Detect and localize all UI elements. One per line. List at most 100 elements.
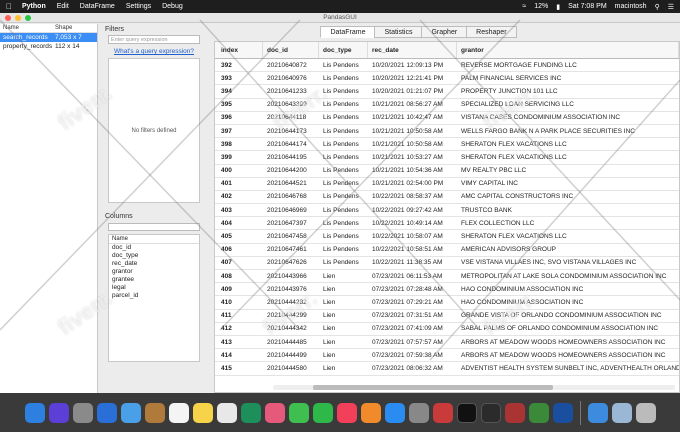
siri-icon[interactable] — [48, 402, 69, 423]
cell-doc-id[interactable]: 20210644200 — [263, 167, 319, 174]
menu-dataframe[interactable]: DataFrame — [80, 3, 115, 10]
battery-icon[interactable]: ▮ — [556, 3, 560, 11]
col-header-rec-date[interactable]: rec_date — [368, 42, 457, 58]
table-row[interactable]: 397 20210644173 Lis Pendens 10/21/2021 10:5… — [215, 125, 679, 139]
cell-rec-date[interactable]: 10/21/2021 08:56:27 AM — [368, 101, 457, 108]
cell-grantor[interactable]: METROPOLITAN AT LAKE SOLA CONDOMINIUM AS… — [457, 273, 679, 280]
cell-doc-id[interactable]: 20210647461 — [263, 246, 319, 253]
cell-index[interactable]: 392 — [215, 62, 263, 69]
cell-rec-date[interactable]: 10/22/2021 11:38:35 AM — [368, 259, 457, 266]
cell-rec-date[interactable]: 10/22/2021 09:27:42 AM — [368, 207, 457, 214]
cell-index[interactable]: 399 — [215, 154, 263, 161]
table-row[interactable]: 407 20210647626 Lis Pendens 10/22/2021 11:3… — [215, 257, 679, 270]
cell-doc-id[interactable]: 20210641233 — [263, 88, 319, 95]
table-row[interactable]: 413 20210444485 Lien 07/23/2021 07:57:57 AM… — [215, 336, 679, 350]
launchpad-icon[interactable] — [72, 402, 93, 423]
cell-rec-date[interactable]: 10/21/2021 10:50:58 AM — [368, 128, 457, 135]
cell-doc-id[interactable]: 20210644195 — [263, 154, 319, 161]
cell-doc-id[interactable]: 20210444580 — [263, 365, 319, 372]
maps-icon[interactable] — [240, 402, 261, 423]
cell-index[interactable]: 397 — [215, 128, 263, 135]
cell-doc-type[interactable]: Lien — [319, 273, 368, 280]
cell-doc-type[interactable]: Lis Pendens — [319, 128, 368, 135]
cell-index[interactable]: 394 — [215, 88, 263, 95]
cell-grantor[interactable]: ADVENTIST HEALTH SYSTEM SUNBELT INC, ADV… — [457, 365, 679, 372]
table-row[interactable]: 408 20210443966 Lien 07/23/2021 06:11:53 AM… — [215, 270, 679, 284]
table-row[interactable]: 400 20210644200 Lis Pendens 10/21/2021 10:5… — [215, 165, 679, 178]
cell-grantor[interactable]: SHERATON FLEX VACATIONS LLC — [457, 141, 679, 148]
cell-grantor[interactable]: HAO CONDOMINIUM ASSOCIATION INC — [457, 299, 679, 306]
table-row[interactable]: 415 20210444580 Lien 07/23/2021 08:06:32 AM… — [215, 362, 679, 376]
cell-rec-date[interactable]: 10/20/2021 12:09:13 PM — [368, 62, 457, 69]
cell-doc-type[interactable]: Lis Pendens — [319, 246, 368, 253]
trash-icon[interactable] — [635, 402, 656, 423]
cell-doc-id[interactable]: 20210640976 — [263, 75, 319, 82]
cell-doc-id[interactable]: 20210644173 — [263, 128, 319, 135]
cell-doc-type[interactable]: Lien — [319, 339, 368, 346]
cell-doc-id[interactable]: 20210443976 — [263, 286, 319, 293]
cell-doc-id[interactable]: 20210640872 — [263, 62, 319, 69]
cell-rec-date[interactable]: 10/22/2021 10:58:07 AM — [368, 233, 457, 240]
cell-rec-date[interactable]: 10/22/2021 08:58:37 AM — [368, 193, 457, 200]
cell-index[interactable]: 408 — [215, 273, 263, 280]
cell-index[interactable]: 413 — [215, 339, 263, 346]
cell-rec-date[interactable]: 07/23/2021 07:41:09 AM — [368, 325, 457, 332]
cell-index[interactable]: 415 — [215, 365, 263, 372]
dataframe-item-property-records[interactable]: property_records 112 x 14 — [0, 42, 97, 51]
cell-rec-date[interactable]: 10/21/2021 10:53:27 AM — [368, 154, 457, 161]
cell-doc-type[interactable]: Lis Pendens — [319, 62, 368, 69]
cell-index[interactable]: 402 — [215, 193, 263, 200]
cell-doc-id[interactable]: 20210444499 — [263, 352, 319, 359]
cell-index[interactable]: 401 — [215, 180, 263, 187]
photos-icon[interactable] — [264, 402, 285, 423]
cell-index[interactable]: 396 — [215, 114, 263, 121]
cell-grantor[interactable]: HAO CONDOMINIUM ASSOCIATION INC — [457, 286, 679, 293]
cell-doc-type[interactable]: Lien — [319, 299, 368, 306]
cell-doc-type[interactable]: Lis Pendens — [319, 154, 368, 161]
calendar-icon[interactable] — [168, 402, 189, 423]
cell-grantor[interactable]: WELLS FARGO BANK N A PARK PLACE SECURITI… — [457, 128, 679, 135]
cell-index[interactable]: 395 — [215, 101, 263, 108]
cell-doc-id[interactable]: 20210644174 — [263, 141, 319, 148]
pycharm-icon[interactable] — [456, 402, 477, 423]
cell-doc-id[interactable]: 20210443966 — [263, 273, 319, 280]
query-help-link[interactable]: What's a query expression? — [114, 48, 203, 55]
cell-grantor[interactable]: GRANDE VISTA OF ORLANDO CONDOMINIUM ASSO… — [457, 312, 679, 319]
close-window-button[interactable] — [5, 15, 11, 21]
minimize-window-button[interactable] — [15, 15, 21, 21]
system-preferences-icon[interactable] — [408, 402, 429, 423]
cell-index[interactable]: 411 — [215, 312, 263, 319]
cell-doc-type[interactable]: Lis Pendens — [319, 180, 368, 187]
cell-doc-type[interactable]: Lis Pendens — [319, 220, 368, 227]
col-header-index[interactable]: index — [215, 42, 263, 58]
cell-doc-type[interactable]: Lis Pendens — [319, 101, 368, 108]
cell-doc-id[interactable]: 20210643399 — [263, 101, 319, 108]
cell-index[interactable]: 398 — [215, 141, 263, 148]
zoom-window-button[interactable] — [25, 15, 31, 21]
menu-debug[interactable]: Debug — [162, 3, 183, 10]
books-icon[interactable] — [360, 402, 381, 423]
menu-edit[interactable]: Edit — [57, 3, 69, 10]
cell-rec-date[interactable]: 10/21/2021 10:54:36 AM — [368, 167, 457, 174]
horizontal-scrollbar[interactable] — [273, 385, 675, 390]
cell-doc-type[interactable]: Lien — [319, 286, 368, 293]
table-row[interactable]: 410 20210444282 Lien 07/23/2021 07:29:21 AM… — [215, 296, 679, 310]
cell-grantor[interactable]: AMERICAN ADVISORS GROUP — [457, 246, 679, 253]
cell-doc-id[interactable]: 20210646768 — [263, 193, 319, 200]
scrollbar-thumb[interactable] — [313, 385, 553, 390]
cell-index[interactable]: 405 — [215, 233, 263, 240]
chrome-icon[interactable] — [552, 402, 573, 423]
cell-index[interactable]: 404 — [215, 220, 263, 227]
header-shape[interactable]: Shape — [52, 24, 75, 32]
documents-stack-icon[interactable] — [611, 402, 632, 423]
cell-index[interactable]: 403 — [215, 207, 263, 214]
table-row[interactable]: 411 20210444299 Lien 07/23/2021 07:31:51 AM… — [215, 310, 679, 323]
table-row[interactable]: 395 20210643399 Lis Pendens 10/21/2021 08:5… — [215, 99, 679, 112]
reminders-icon[interactable] — [216, 402, 237, 423]
cell-doc-type[interactable]: Lis Pendens — [319, 259, 368, 266]
cell-grantor[interactable]: SHERATON FLEX VACATIONS LLC — [457, 233, 679, 240]
cell-grantor[interactable]: REVERSE MORTGAGE FUNDING LLC — [457, 62, 679, 69]
column-item[interactable]: doc_type — [109, 252, 199, 260]
cell-doc-type[interactable]: Lis Pendens — [319, 114, 368, 121]
table-row[interactable]: 402 20210646768 Lis Pendens 10/22/2021 08:5… — [215, 191, 679, 205]
